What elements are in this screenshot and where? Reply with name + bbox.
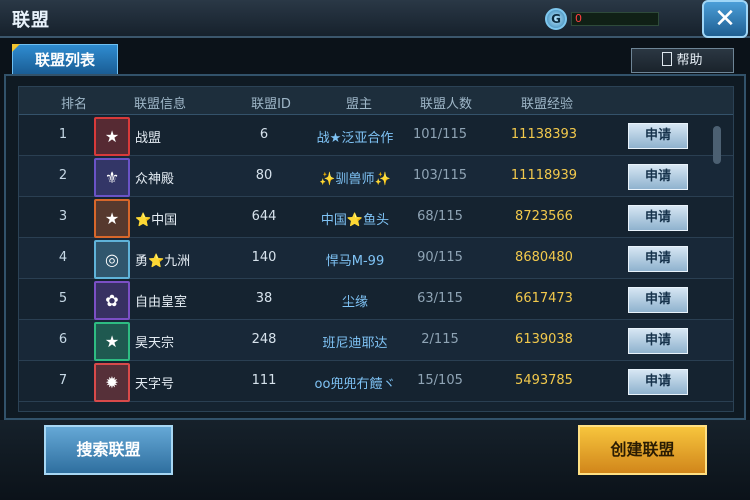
member-count: 103/115	[412, 168, 467, 183]
alliance-emblem-icon: ◎	[94, 240, 130, 279]
member-count: 68/115	[417, 209, 463, 224]
rank: 2	[58, 168, 68, 183]
alliance-id: 248	[251, 332, 277, 347]
search-alliance-button[interactable]: 搜索联盟	[44, 425, 173, 475]
leader-name[interactable]: 战★泛亚合作	[299, 127, 411, 146]
member-count: 2/115	[421, 332, 459, 347]
alliance-exp: 11118939	[510, 168, 578, 183]
table-header: 排名 联盟信息 联盟ID 盟主 联盟人数 联盟经验	[19, 87, 733, 115]
leader-name[interactable]: 中国⭐鱼头	[299, 209, 411, 228]
apply-button[interactable]: 申请	[628, 328, 688, 354]
apply-button[interactable]: 申请	[628, 246, 688, 272]
rank: 3	[58, 209, 68, 224]
alliance-emblem-icon: ★	[94, 117, 130, 156]
alliance-name: 自由皇室	[135, 295, 188, 310]
header-members: 联盟人数	[419, 97, 472, 112]
leader-name[interactable]: 悍马M-99	[299, 250, 411, 269]
member-count: 90/115	[417, 250, 463, 265]
header-info: 联盟信息	[133, 97, 186, 112]
alliance-name: 众神殿	[135, 172, 175, 187]
tab-corner-decoration	[12, 44, 20, 52]
rank: 1	[58, 127, 68, 142]
alliance-exp: 8680480	[515, 250, 573, 265]
tab-alliance-list[interactable]: 联盟列表	[12, 44, 118, 74]
alliance-exp: 6617473	[515, 291, 573, 306]
scrollbar[interactable]	[713, 126, 721, 164]
leader-name[interactable]: oo兜兜冇饐ヾ	[299, 373, 411, 392]
rank: 7	[58, 373, 68, 388]
alliance-exp: 8723566	[515, 209, 573, 224]
alliance-name: 勇⭐九洲	[135, 254, 191, 269]
table-row: 6 ★ 昊天宗 248 班尼迪耶达 2/115 6139038 申请	[19, 320, 733, 361]
header-exp: 联盟经验	[520, 97, 573, 112]
alliance-emblem-icon: ✿	[94, 281, 130, 320]
page-title: 联盟	[12, 10, 50, 31]
alliance-id: 140	[251, 250, 277, 265]
rank: 5	[58, 291, 68, 306]
coin-icon: G	[545, 8, 567, 30]
alliance-id: 80	[255, 168, 273, 183]
close-button[interactable]: ✕	[702, 0, 748, 38]
table-row: 3 ★ ⭐中国 644 中国⭐鱼头 68/115 8723566 申请	[19, 197, 733, 238]
alliance-emblem-icon: ★	[94, 199, 130, 238]
rank: 4	[58, 250, 68, 265]
table-row: 4 ◎ 勇⭐九洲 140 悍马M-99 90/115 8680480 申请	[19, 238, 733, 279]
alliance-exp: 5493785	[515, 373, 573, 388]
create-alliance-button[interactable]: 创建联盟	[578, 425, 707, 475]
top-bar: 联盟 G 0 ✕	[0, 0, 750, 38]
currency-value: 0	[571, 12, 659, 26]
book-icon	[662, 52, 673, 66]
header-leader: 盟主	[345, 97, 372, 112]
leader-name[interactable]: 班尼迪耶达	[299, 332, 411, 351]
alliance-exp: 11138393	[510, 127, 578, 142]
table-row: 7 ✹ 天字号 111 oo兜兜冇饐ヾ 15/105 5493785 申请	[19, 361, 733, 402]
leader-name[interactable]: ✨驯兽师✨	[299, 168, 411, 187]
apply-button[interactable]: 申请	[628, 287, 688, 313]
leader-name[interactable]: 尘缘	[299, 291, 411, 310]
alliance-name: 战盟	[135, 131, 162, 146]
apply-button[interactable]: 申请	[628, 123, 688, 149]
alliance-exp: 6139038	[515, 332, 573, 347]
table-row: 5 ✿ 自由皇室 38 尘缘 63/115 6617473 申请	[19, 279, 733, 320]
header-id: 联盟ID	[251, 97, 291, 112]
member-count: 63/115	[417, 291, 463, 306]
currency-display: G 0	[545, 8, 659, 30]
alliance-id: 6	[259, 127, 269, 142]
help-label: 帮助	[676, 53, 703, 68]
member-count: 101/115	[412, 127, 467, 142]
alliance-id: 644	[251, 209, 277, 224]
alliance-table: 排名 联盟信息 联盟ID 盟主 联盟人数 联盟经验 1 ★ 战盟 6 战★泛亚合…	[18, 86, 734, 412]
alliance-id: 111	[251, 373, 277, 388]
apply-button[interactable]: 申请	[628, 205, 688, 231]
apply-button[interactable]: 申请	[628, 164, 688, 190]
table-row: 2 ⚜ 众神殿 80 ✨驯兽师✨ 103/115 11118939 申请	[19, 156, 733, 197]
member-count: 15/105	[417, 373, 463, 388]
alliance-name: 昊天宗	[135, 336, 175, 351]
alliance-name: ⭐中国	[135, 213, 178, 228]
apply-button[interactable]: 申请	[628, 369, 688, 395]
alliance-emblem-icon: ⚜	[94, 158, 130, 197]
alliance-id: 38	[255, 291, 273, 306]
alliance-name: 天字号	[135, 377, 175, 392]
alliance-emblem-icon: ✹	[94, 363, 130, 402]
header-rank: 排名	[60, 97, 87, 112]
alliance-emblem-icon: ★	[94, 322, 130, 361]
table-row: 1 ★ 战盟 6 战★泛亚合作 101/115 11138393 申请	[19, 115, 733, 156]
rank: 6	[58, 332, 68, 347]
help-button[interactable]: 帮助	[631, 48, 734, 73]
